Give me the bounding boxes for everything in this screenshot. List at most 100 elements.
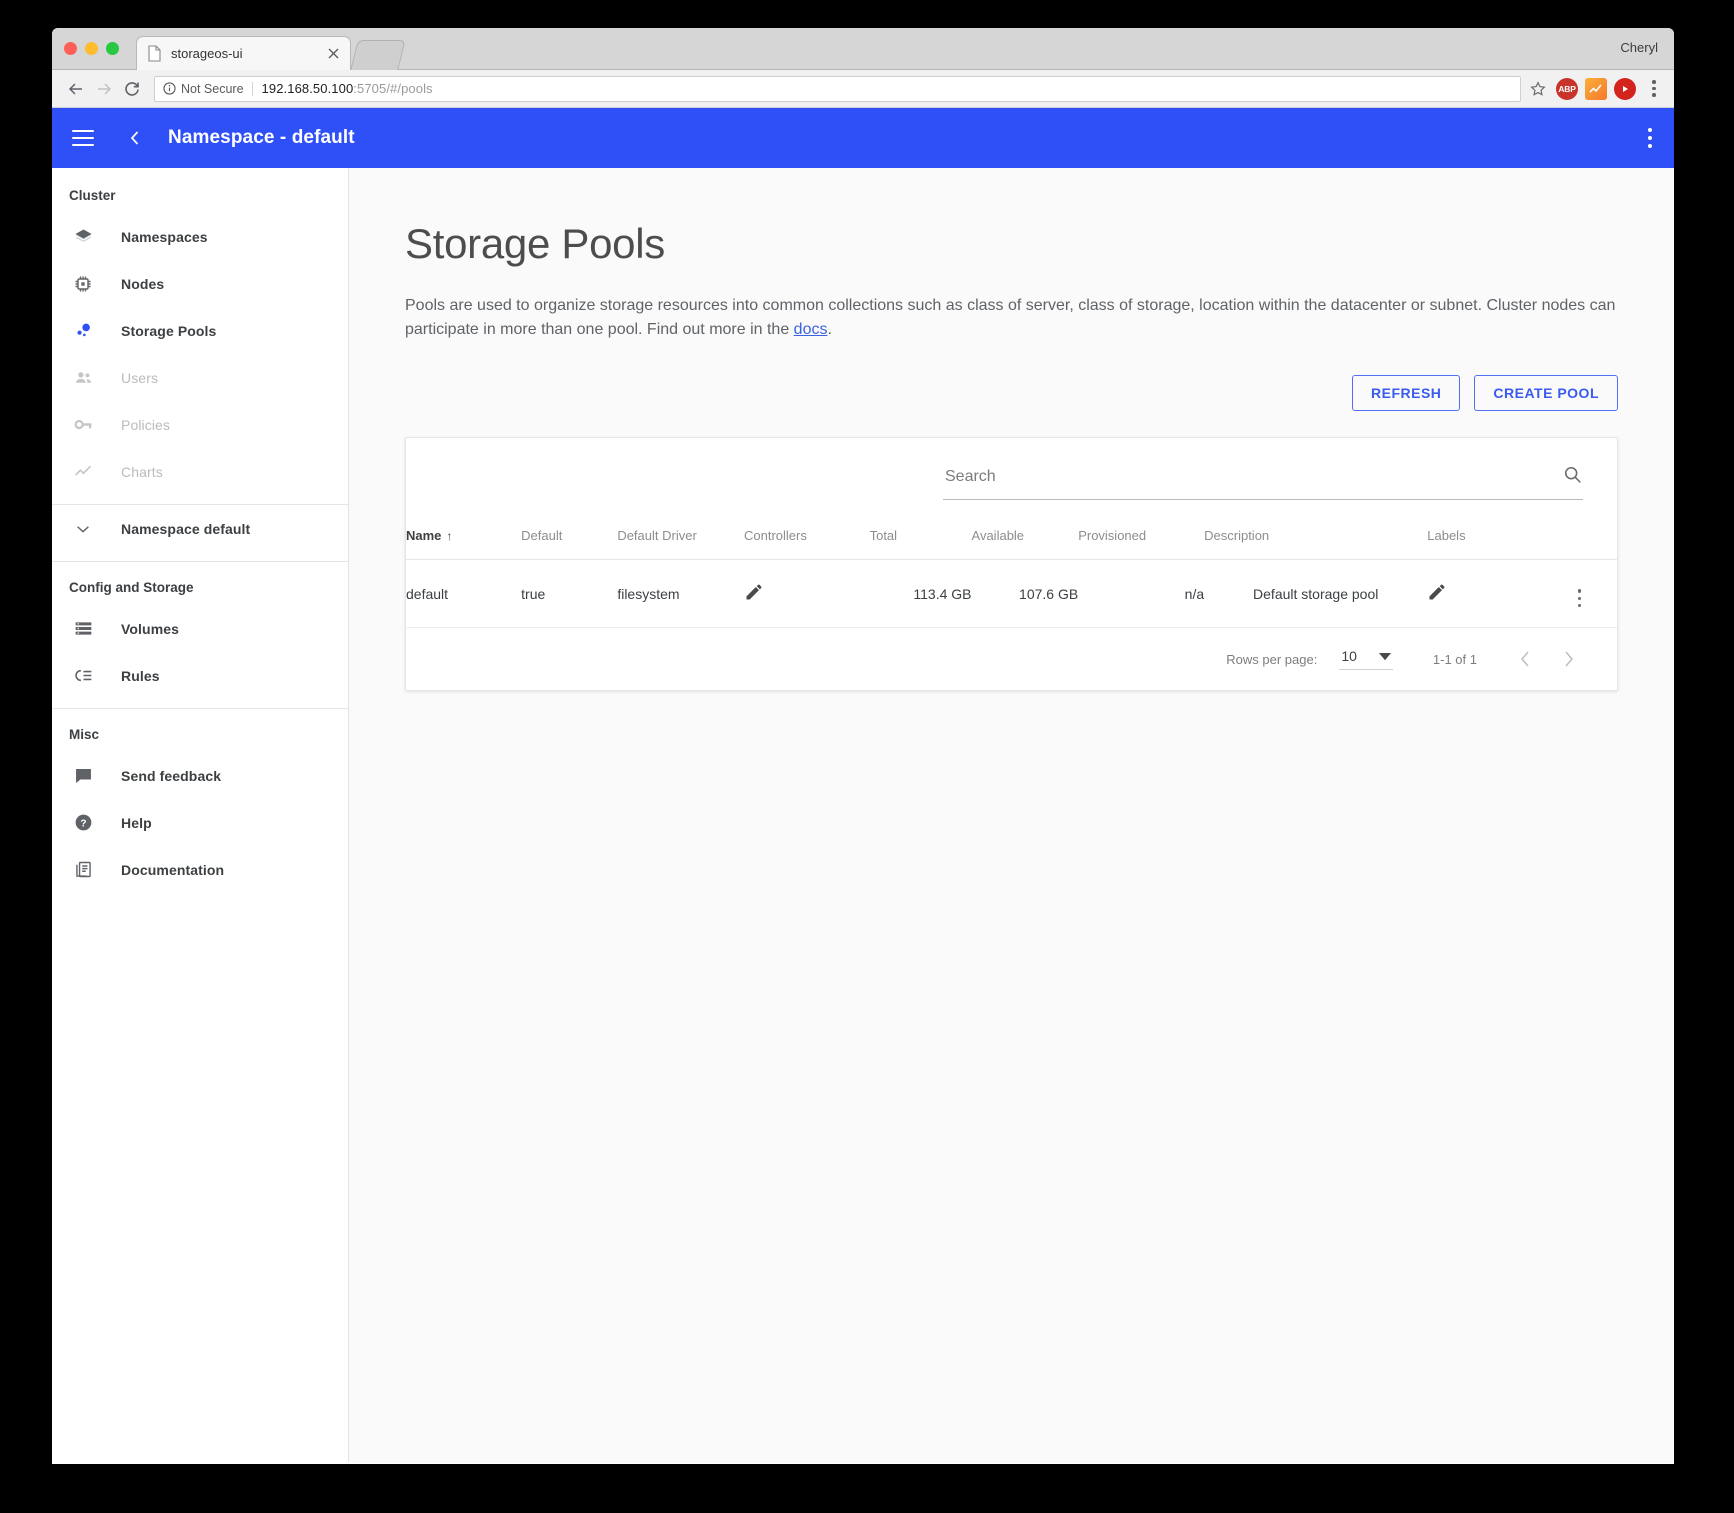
table-row[interactable]: default true filesystem 113.4 GB 107.6 G… [406,559,1617,629]
sort-ascending-icon: ↑ [446,529,453,543]
page-favicon-icon [147,45,162,62]
column-header-provisioned[interactable]: Provisioned [1078,518,1205,560]
column-header-labels[interactable]: Labels [1427,518,1542,560]
info-circle-icon [163,82,176,95]
browser-tab[interactable]: storageos-ui [136,36,351,70]
storage-pools-icon [70,318,96,344]
pagination-range-label: 1-1 of 1 [1432,651,1477,667]
sidebar-item-label: Documentation [121,861,225,878]
refresh-button[interactable]: REFRESH [1352,375,1461,411]
create-pool-button[interactable]: CREATE POOL [1474,375,1618,411]
column-header-controllers[interactable]: Controllers [744,518,870,560]
sidebar-namespace-expander[interactable]: Namespace default [52,505,348,552]
trending-line-icon [70,459,96,485]
chevron-down-icon [70,516,96,542]
app-bar-title: Namespace - default [168,127,355,148]
edit-pencil-icon[interactable] [1427,582,1447,602]
previous-page-button[interactable] [1503,639,1547,679]
sidebar-item-label: Namespaces [121,228,208,245]
key-icon [70,412,96,438]
sidebar-item-namespaces[interactable]: Namespaces [52,213,348,260]
docs-link[interactable]: docs [794,321,828,338]
page-actions: REFRESH CREATE POOL [405,375,1618,411]
app-bar-menu-icon[interactable] [1648,128,1652,148]
column-header-description[interactable]: Description [1204,518,1428,560]
cell-description: Default storage pool [1204,559,1428,629]
table-header-row: Name ↑ Default Default Driver Controllers… [406,518,1617,560]
back-chevron-icon[interactable] [124,129,146,147]
browser-menu-icon[interactable] [1644,80,1664,97]
menu-hamburger-icon[interactable] [72,130,94,146]
column-header-available[interactable]: Available [971,518,1079,560]
cell-default-driver: filesystem [617,559,744,629]
column-header-name[interactable]: Name ↑ [406,518,522,560]
sidebar-item-charts: Charts [52,448,348,495]
page-title: Storage Pools [405,220,665,267]
sidebar-section-misc: Misc [69,727,100,742]
search-field[interactable] [943,464,1583,500]
column-header-default-driver[interactable]: Default Driver [617,518,744,560]
url-path: :5705/#/pools [353,81,433,96]
column-header-actions [1541,518,1617,560]
url-host: 192.168.50.100 [261,81,354,96]
rules-icon [70,663,96,689]
sidebar-item-nodes[interactable]: Nodes [52,260,348,307]
sidebar-item-send-feedback[interactable]: Send feedback [52,752,348,799]
sidebar-item-policies: Policies [52,401,348,448]
rows-per-page-value: 10 [1341,648,1357,665]
sidebar-item-label: Rules [121,667,160,684]
chart-extension-icon[interactable] [1585,77,1607,100]
edit-pencil-icon[interactable] [744,582,764,602]
cell-controllers [744,559,870,629]
cpu-chip-icon [70,271,96,297]
close-window-button[interactable] [64,42,77,55]
rows-per-page-select[interactable]: 10 [1339,648,1393,671]
play-extension-icon[interactable] [1614,77,1636,100]
column-header-total[interactable]: Total [869,518,972,560]
more-vertical-icon[interactable] [1577,589,1582,608]
feedback-icon [70,763,96,789]
sidebar-section-cluster: Cluster [69,188,116,203]
maximize-window-button[interactable] [106,42,119,55]
storage-pools-card: Name ↑ Default Default Driver Controllers… [405,437,1618,692]
sidebar-item-label: Charts [121,463,163,480]
table-paginator: Rows per page: 10 1-1 of 1 [406,628,1617,690]
address-bar-url: 192.168.50.100:5705/#/pools [262,81,433,96]
abp-extension-icon[interactable]: ABP [1556,77,1578,100]
svg-text:?: ? [80,819,86,830]
cell-provisioned: n/a [1078,559,1205,629]
column-header-default[interactable]: Default [521,518,618,560]
search-input[interactable] [943,467,1562,487]
browser-toolbar: Not Secure 192.168.50.100:5705/#/pools A… [52,70,1674,108]
cell-name: default [406,559,522,629]
sidebar-item-documentation[interactable]: Documentation [52,846,348,893]
close-tab-icon[interactable] [325,45,342,62]
layers-icon [70,224,96,250]
security-status-label: Not Secure [181,81,244,96]
sidebar-item-help[interactable]: ? Help [52,799,348,846]
screenshot-root: storageos-ui Cheryl Not Secure 192.168.5… [0,0,1734,1513]
cell-total: 113.4 GB [869,559,972,629]
cell-row-actions [1541,559,1617,629]
sidebar-item-rules[interactable]: Rules [52,652,348,699]
sidebar-item-storage-pools[interactable]: Storage Pools [52,307,348,354]
reload-button-icon[interactable] [118,75,146,103]
minimize-window-button[interactable] [85,42,98,55]
main-content: Storage Pools Pools are used to organize… [349,168,1674,1463]
search-icon[interactable] [1562,464,1583,490]
table-head: Name ↑ Default Default Driver Controllers… [406,518,1617,560]
new-tab-button[interactable] [350,40,406,70]
next-page-button[interactable] [1547,639,1591,679]
security-status[interactable]: Not Secure [163,81,253,96]
bookmark-star-icon[interactable] [1527,80,1549,97]
sidebar: Cluster Namespaces Nodes Storage Pools U… [52,168,349,1462]
sidebar-item-volumes[interactable]: Volumes [52,605,348,652]
browser-profile-name[interactable]: Cheryl [1620,40,1658,55]
search-row [406,438,1617,500]
storageos-app: Namespace - default Cluster Namespaces N… [52,108,1674,1463]
forward-button-icon [90,75,118,103]
address-bar[interactable]: Not Secure 192.168.50.100:5705/#/pools [154,75,1521,102]
back-button-icon[interactable] [62,75,90,103]
browser-window: storageos-ui Cheryl Not Secure 192.168.5… [52,28,1674,1464]
app-body: Cluster Namespaces Nodes Storage Pools U… [52,168,1674,1463]
